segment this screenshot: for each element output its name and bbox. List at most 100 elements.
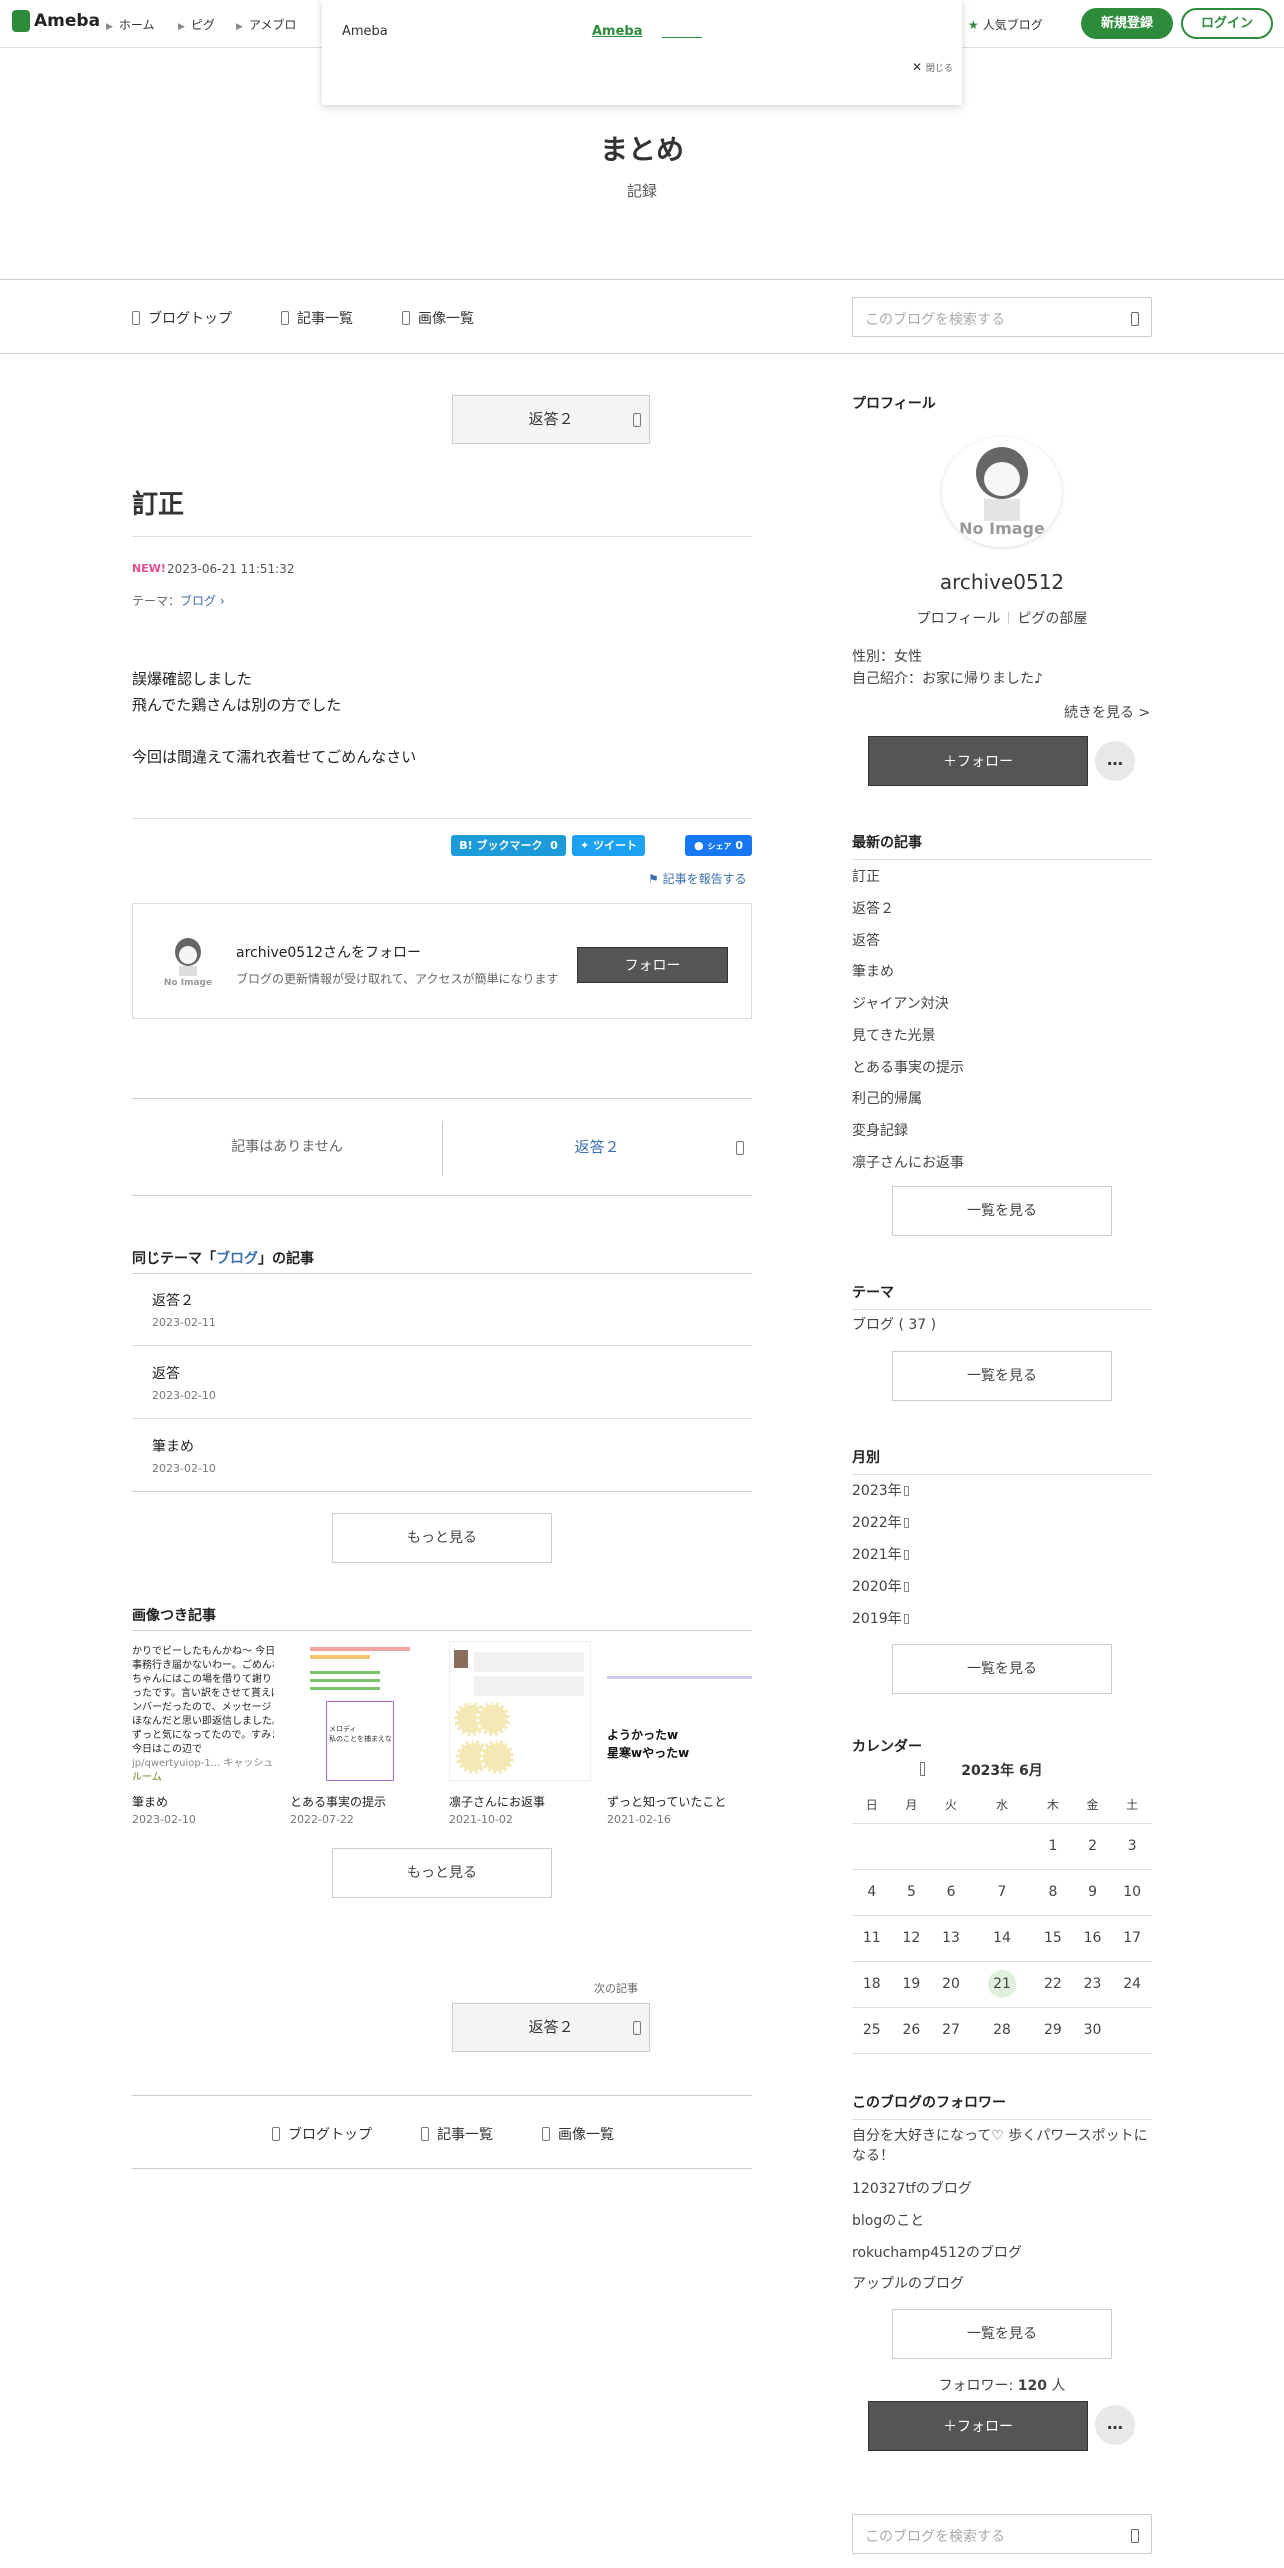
blog-search-input-bottom[interactable]: このブログを検索する (852, 2514, 1152, 2554)
nav-blog-top[interactable]: ブログトップ (132, 308, 232, 328)
calendar-day[interactable]: 7 (970, 1869, 1034, 1916)
follow-button[interactable]: フォロー (577, 947, 728, 983)
latest-entry-link[interactable]: 筆まめ (852, 961, 894, 981)
latest-list-button[interactable]: 一覧を見る (892, 1186, 1112, 1236)
nav-ameblo[interactable]: ▶ アメブロ (236, 16, 296, 33)
monthly-list-button[interactable]: 一覧を見る (892, 1644, 1112, 1694)
login-button[interactable]: ログイン (1181, 8, 1273, 39)
calendar-day[interactable]: 30 (1072, 2007, 1113, 2054)
follow-button[interactable]: ＋フォロー (868, 736, 1088, 786)
calendar-day[interactable]: 13 (931, 1915, 971, 1962)
calendar-day[interactable]: 6 (931, 1869, 971, 1916)
calendar-day[interactable]: 8 (1033, 1869, 1073, 1916)
follower-link[interactable]: rokuchamp4512のブログ (852, 2242, 1022, 2262)
more-options-button[interactable]: … (1095, 2405, 1135, 2445)
list-item[interactable]: 筆まめ 2023-02-10 (132, 1420, 752, 1492)
nav-image-list[interactable]: 画像一覧 (542, 2124, 614, 2144)
nav-home[interactable]: ▶ ホーム (106, 16, 155, 33)
latest-entry-link[interactable]: 利己的帰属 (852, 1088, 922, 1108)
more-options-button[interactable]: … (1095, 741, 1135, 781)
list-item[interactable]: 返答 2023-02-10 (132, 1347, 752, 1419)
calendar-day[interactable]: 10 (1112, 1869, 1152, 1916)
month-link[interactable]: 2020年 (852, 1576, 909, 1596)
calendar-day[interactable]: 16 (1072, 1915, 1113, 1962)
latest-entry-link[interactable]: 返答 (852, 930, 880, 950)
calendar-day[interactable]: 2 (1072, 1823, 1113, 1870)
calendar-day[interactable]: 12 (891, 1915, 932, 1962)
image-post-title[interactable]: とある事実の提示 (290, 1793, 386, 1810)
calendar-day[interactable]: 1 (1033, 1823, 1073, 1870)
theme-link[interactable]: ブログ ( 37 ) (852, 1314, 936, 1334)
calendar-day[interactable]: 3 (1112, 1823, 1152, 1870)
thumbnail[interactable]: ようかったw 星寒wやったw (607, 1641, 752, 1781)
image-post-title[interactable]: ずっと知っていたこと (607, 1793, 726, 1810)
latest-entry-link[interactable]: 訂正 (852, 866, 880, 886)
nav-entry-list[interactable]: 記事一覧 (421, 2124, 493, 2144)
latest-entry-link[interactable]: 見てきた光景 (852, 1025, 936, 1045)
list-item[interactable]: 返答２ 2023-02-11 (132, 1274, 752, 1346)
calendar-day[interactable]: 24 (1112, 1961, 1152, 2008)
popular-blog-link[interactable]: ★ 人気ブログ (968, 16, 1043, 33)
calendar-day[interactable]: 27 (931, 2007, 971, 2054)
month-link[interactable]: 2019年 (852, 1608, 909, 1628)
calendar-day[interactable]: 21 (970, 1961, 1034, 2008)
pig-room-link[interactable]: ピグの部屋 (1017, 611, 1087, 627)
profile-readmore-link[interactable]: 続きを見る > (1064, 702, 1150, 722)
followers-list-button[interactable]: 一覧を見る (892, 2309, 1112, 2359)
follower-link[interactable]: 自分を大好きになって♡ 歩くパワースポットになる！ (852, 2126, 1152, 2166)
calendar-day[interactable]: 22 (1033, 1961, 1073, 2008)
calendar-day[interactable]: 18 (852, 1961, 892, 2008)
month-link[interactable]: 2023年 (852, 1480, 909, 1500)
thumbnail[interactable] (449, 1641, 591, 1781)
calendar-day[interactable]: 11 (852, 1915, 892, 1962)
profile-avatar[interactable]: No Image (942, 437, 1062, 547)
theme-link[interactable]: ブログ (180, 594, 216, 608)
nav-image-list[interactable]: 画像一覧 (402, 308, 474, 328)
image-post-title[interactable]: 凛子さんにお返事 (449, 1793, 545, 1810)
month-link[interactable]: 2021年 (852, 1544, 909, 1564)
same-theme-more-button[interactable]: もっと見る (332, 1513, 552, 1563)
calendar-day[interactable]: 17 (1112, 1915, 1152, 1962)
next-entry-button[interactable]: 返答２ (452, 2003, 650, 2052)
entry-title[interactable]: 訂正 (132, 484, 184, 521)
latest-entry-link[interactable]: 変身記録 (852, 1120, 908, 1140)
report-link[interactable]: ⚑ 記事を報告する (648, 870, 747, 887)
follower-link[interactable]: アップルのブログ (852, 2273, 964, 2293)
calendar-day[interactable]: 29 (1033, 2007, 1073, 2054)
calendar-day[interactable]: 23 (1072, 1961, 1113, 2008)
month-link[interactable]: 2022年 (852, 1512, 909, 1532)
latest-entry-link[interactable]: 返答２ (852, 898, 894, 918)
calendar-day[interactable]: 19 (891, 1961, 932, 2008)
calendar-day[interactable]: 26 (891, 2007, 932, 2054)
nav-pigg[interactable]: ▶ ピグ (178, 16, 215, 33)
next-entry-link[interactable]: 返答２ (442, 1099, 752, 1195)
popup-close-button[interactable]: ✕ 閉じる (912, 60, 953, 74)
nav-blog-top[interactable]: ブログトップ (272, 2124, 372, 2144)
follower-link[interactable]: blogのこと (852, 2210, 924, 2230)
blog-title[interactable]: まとめ (0, 128, 1284, 168)
calendar-day[interactable]: 25 (852, 2007, 892, 2054)
thumbnail[interactable]: かりでビーしたもんかね〜 今日 事務行き届かないわー。ごめんね ちゃんにはこの場… (132, 1641, 274, 1781)
latest-entry-link[interactable]: ジャイアン対決 (852, 993, 949, 1013)
blog-search-input[interactable]: このブログを検索する (852, 297, 1152, 337)
thumbnail[interactable]: メロディ 私のことを捕まえないで欲しいの (290, 1641, 432, 1781)
calendar-day[interactable]: 14 (970, 1915, 1034, 1962)
nav-entry-list[interactable]: 記事一覧 (281, 308, 353, 328)
signup-button[interactable]: 新規登録 (1081, 8, 1173, 39)
image-posts-more-button[interactable]: もっと見る (332, 1848, 552, 1898)
search-icon[interactable] (1131, 2529, 1139, 2543)
profile-link[interactable]: プロフィール (917, 611, 1001, 627)
calendar-day[interactable]: 28 (970, 2007, 1034, 2054)
prev-entry-button[interactable]: 返答２ (452, 395, 650, 444)
calendar-day[interactable]: 9 (1072, 1869, 1113, 1916)
facebook-share-button[interactable]: ● シェア 0 (685, 835, 752, 856)
calendar-day[interactable]: 15 (1033, 1915, 1073, 1962)
popup-link[interactable]: Ameba (592, 24, 643, 39)
hatena-bookmark-button[interactable]: B! ブックマーク 0 (451, 835, 566, 856)
latest-entry-link[interactable]: とある事実の提示 (852, 1057, 964, 1077)
same-theme-link[interactable]: ブログ (216, 1251, 258, 1267)
ameba-logo[interactable]: Ameba (12, 10, 100, 32)
follow-button[interactable]: ＋フォロー (868, 2401, 1088, 2451)
follower-link[interactable]: 120327tfのブログ (852, 2178, 972, 2198)
search-icon[interactable] (1131, 312, 1139, 326)
